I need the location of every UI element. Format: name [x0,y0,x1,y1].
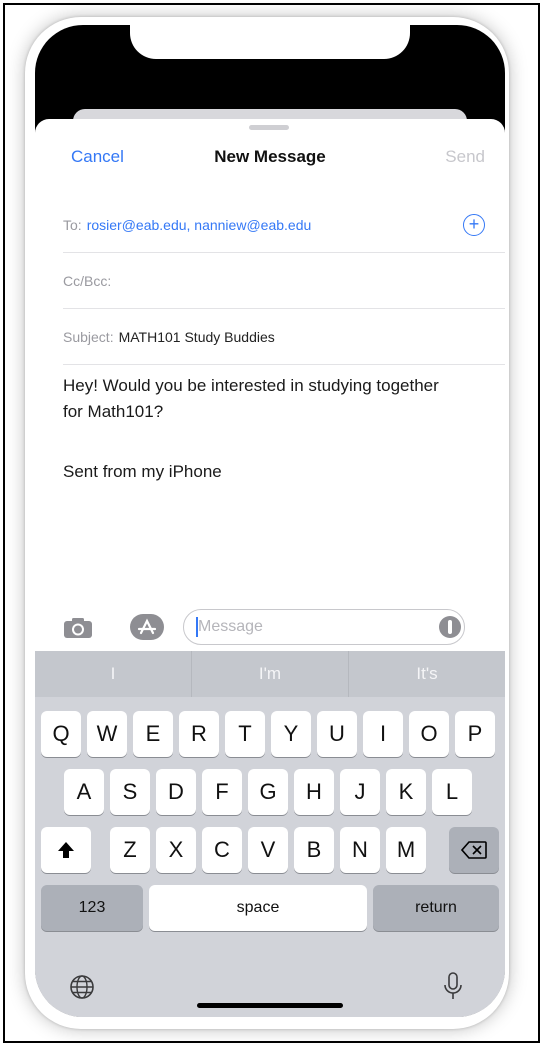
key-h[interactable]: H [294,769,334,815]
backspace-key[interactable] [449,827,499,873]
phone-device: Cancel New Message Send To: rosier@eab.e… [25,17,509,1029]
key-f[interactable]: F [202,769,242,815]
key-u[interactable]: U [317,711,357,757]
predictive-bar: I I'm It's [35,651,505,697]
compose-nav-bar: Cancel New Message Send [35,143,505,173]
cc-bcc-field[interactable]: Cc/Bcc: [63,253,505,309]
suggestion-3[interactable]: It's [349,651,505,697]
subject-field[interactable]: Subject: MATH101 Study Buddies [63,309,505,365]
globe-icon[interactable] [69,974,95,1000]
key-l[interactable]: L [432,769,472,815]
audio-record-icon[interactable] [439,616,461,638]
key-w[interactable]: W [87,711,127,757]
key-x[interactable]: X [156,827,196,873]
cc-bcc-label: Cc/Bcc: [63,272,112,289]
message-input[interactable] [183,609,465,645]
key-r[interactable]: R [179,711,219,757]
key-q[interactable]: Q [41,711,81,757]
key-c[interactable]: C [202,827,242,873]
key-t[interactable]: T [225,711,265,757]
backspace-icon [460,841,487,859]
key-a[interactable]: A [64,769,104,815]
key-p[interactable]: P [455,711,495,757]
key-d[interactable]: D [156,769,196,815]
to-field[interactable]: To: rosier@eab.edu, nanniew@eab.edu + [63,197,505,253]
sheet-grabber[interactable] [249,125,289,130]
camera-icon[interactable] [63,617,93,639]
to-label: To: [63,216,82,233]
shift-icon [58,842,74,858]
key-b[interactable]: B [294,827,334,873]
key-j[interactable]: J [340,769,380,815]
suggestion-1[interactable]: I [35,651,192,697]
key-o[interactable]: O [409,711,449,757]
suggestion-2[interactable]: I'm [192,651,349,697]
key-v[interactable]: V [248,827,288,873]
key-z[interactable]: Z [110,827,150,873]
screenshot-frame: Cancel New Message Send To: rosier@eab.e… [3,3,540,1043]
keyboard: I I'm It's Q W E R T Y U I O P A S D F G… [35,651,505,1017]
space-key[interactable]: space [149,885,367,931]
key-s[interactable]: S [110,769,150,815]
key-k[interactable]: K [386,769,426,815]
text-caret [196,617,198,637]
key-e[interactable]: E [133,711,173,757]
home-indicator [197,1003,343,1008]
key-g[interactable]: G [248,769,288,815]
message-signature[interactable]: Sent from my iPhone [63,462,222,482]
subject-label: Subject: [63,328,114,345]
key-n[interactable]: N [340,827,380,873]
numbers-key[interactable]: 123 [41,885,143,931]
notch-area [130,25,410,59]
to-recipients[interactable]: rosier@eab.edu, nanniew@eab.edu [87,217,312,233]
message-compose-bar [35,603,505,651]
shift-key[interactable] [41,827,91,873]
plus-circle-icon[interactable]: + [463,214,485,236]
subject-value[interactable]: MATH101 Study Buddies [119,329,275,345]
compose-title: New Message [214,147,326,166]
mail-compose-sheet: Cancel New Message Send To: rosier@eab.e… [35,119,505,1017]
phone-screen: Cancel New Message Send To: rosier@eab.e… [35,25,505,1017]
key-i[interactable]: I [363,711,403,757]
key-y[interactable]: Y [271,711,311,757]
app-store-icon[interactable] [129,613,165,641]
send-button[interactable]: Send [445,147,485,167]
microphone-icon[interactable] [443,971,463,1001]
key-m[interactable]: M [386,827,426,873]
message-body[interactable]: Hey! Would you be interested in studying… [63,373,443,425]
return-key[interactable]: return [373,885,499,931]
